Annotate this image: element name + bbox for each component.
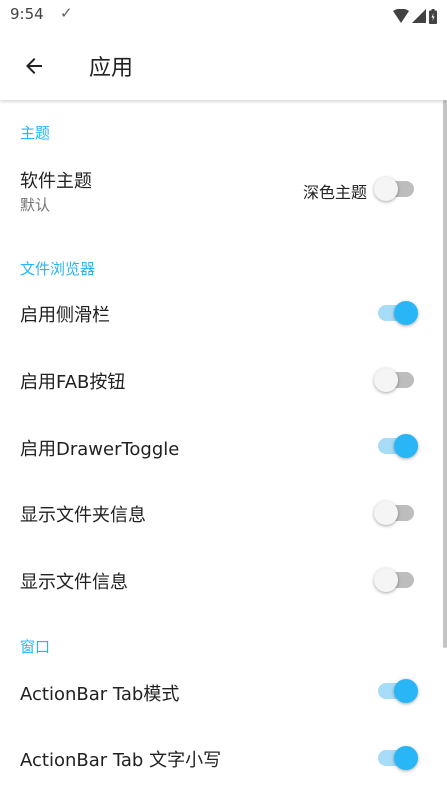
drawer-toggle-title: 启用DrawerToggle [20,439,180,460]
switch-thumb [374,177,398,201]
switch-thumb [374,568,398,592]
tab-mode-title: ActionBar Tab模式 [20,684,180,705]
sidebar-switch[interactable] [378,301,418,325]
folder-info-switch[interactable] [374,501,414,525]
switch-thumb [394,746,418,770]
status-time: 9:54 [10,5,44,23]
tab-lowercase-switch[interactable] [378,746,418,770]
signal-icon [412,9,426,23]
software-theme-title: 软件主题 [20,171,92,192]
fab-switch[interactable] [374,368,414,392]
fab-title: 启用FAB按钮 [20,372,126,393]
scrollbar[interactable] [443,100,447,648]
switch-thumb [374,368,398,392]
battery-icon [429,8,437,24]
preferences-list: 主题 软件主题 默认 深色主题 文件浏览器 启用侧滑栏 启用FAB按钮 启用Dr… [0,100,447,794]
status-bar: 9:54 ✓ [0,0,447,32]
back-button[interactable] [14,46,54,86]
switch-thumb [394,679,418,703]
folder-info-title: 显示文件夹信息 [20,505,146,526]
check-icon: ✓ [60,4,73,22]
app-bar: 应用 [0,32,447,100]
section-header-theme: 主题 [20,124,51,142]
file-info-switch[interactable] [374,568,414,592]
file-info-title: 显示文件信息 [20,572,128,593]
drawer-toggle-switch[interactable] [378,434,418,458]
tab-mode-switch[interactable] [378,679,418,703]
software-theme-summary: 默认 [20,196,51,214]
section-header-window: 窗口 [20,638,51,656]
switch-thumb [394,301,418,325]
page-title: 应用 [89,56,134,81]
sidebar-title: 启用侧滑栏 [20,305,110,326]
section-header-file-browser: 文件浏览器 [20,260,96,278]
dark-theme-switch[interactable] [374,177,414,201]
dark-theme-label: 深色主题 [302,183,367,202]
status-icons [393,8,437,24]
wifi-icon [393,9,409,23]
switch-thumb [394,434,418,458]
switch-thumb [374,501,398,525]
tab-lowercase-title: ActionBar Tab 文字小写 [20,750,222,771]
arrow-left-icon [26,58,42,74]
